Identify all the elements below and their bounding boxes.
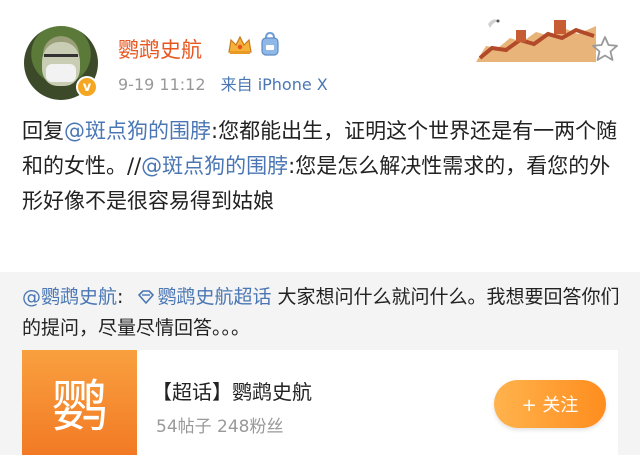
post-header: v 鹦鹉史航 9-19 11:12 来自 iPhone X [0, 0, 640, 110]
super-topic-link[interactable]: 鹦鹉史航超话 [157, 286, 271, 308]
avatar-mask [46, 64, 76, 82]
crown-icon [228, 35, 252, 54]
mention-link[interactable]: @斑点狗的围脖 [141, 154, 288, 178]
reply-prefix: 回复 [22, 119, 64, 143]
super-topic-card[interactable]: 鹦 【超话】鹦鹉史航 54帖子 248粉丝 + 关注 [22, 350, 618, 455]
follow-button[interactable]: + 关注 [494, 380, 606, 428]
star-icon[interactable] [590, 34, 620, 64]
avatar-glasses [44, 54, 78, 62]
post-meta: 9-19 11:12 来自 iPhone X [118, 71, 328, 95]
post-source[interactable]: 来自 iPhone X [221, 75, 328, 94]
quoted-text: @鹦鹉史航: 鹦鹉史航超话 大家想问什么就问什么。我想要回答你们的提问，尽量尽情… [22, 282, 622, 344]
great-wall-banner-icon [476, 19, 596, 62]
bag-icon [261, 31, 279, 56]
card-thumbnail: 鹦 [22, 350, 137, 455]
post-time: 9-19 11:12 [118, 75, 206, 94]
post-content: 回复@斑点狗的围脖:您都能出生，证明这个世界还是有一两个随和的女性。//@斑点狗… [22, 114, 622, 219]
quoted-author-link[interactable]: @鹦鹉史航 [22, 286, 117, 308]
quoted-colon: : [117, 286, 124, 308]
username[interactable]: 鹦鹉史航 [118, 34, 202, 64]
mention-link[interactable]: @斑点狗的围脖 [64, 119, 211, 143]
card-subtitle: 54帖子 248粉丝 [156, 417, 284, 437]
verified-badge-icon: v [76, 76, 98, 98]
super-topic-icon [138, 290, 155, 304]
card-title: 【超话】鹦鹉史航 [152, 380, 312, 404]
